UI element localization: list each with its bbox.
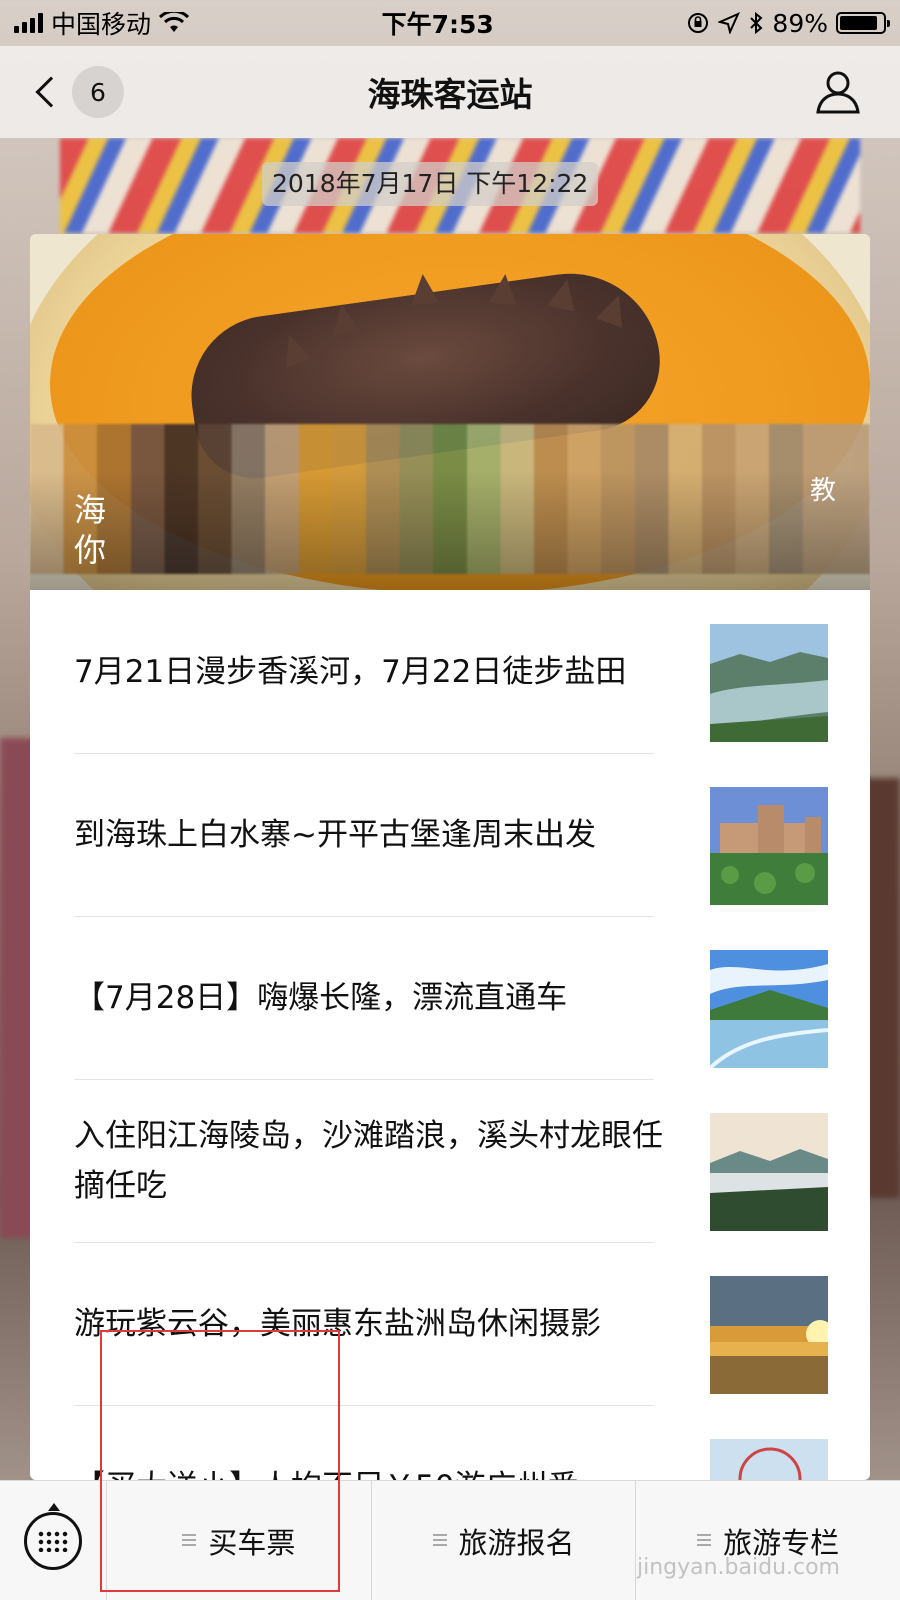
glass-bridge-thumbnail	[710, 950, 828, 1068]
list-item[interactable]: 入住阳江海陵岛，沙滩踏浪，溪头村龙眼任摘任吃	[30, 1079, 870, 1242]
page-title: 海珠客运站	[367, 75, 533, 114]
hero-article[interactable]: 海 你 教	[30, 234, 870, 590]
rotation-lock-icon	[688, 13, 709, 33]
list-item-title: 入住阳江海陵岛，沙滩踏浪，溪头村龙眼任摘任吃	[74, 1117, 663, 1204]
menu-list-icon	[432, 1533, 447, 1548]
battery-percent: 89%	[772, 8, 828, 38]
sunset-sea-thumbnail	[710, 1276, 828, 1394]
castle-lotus-thumbnail	[710, 787, 828, 905]
status-bar: 中国移动 下午7:53 89%	[0, 0, 900, 46]
nav-bar: 6 海珠客运站	[0, 46, 900, 138]
message-timestamp: 2018年7月17日 下午12:22	[262, 162, 599, 206]
battery-icon	[836, 12, 890, 34]
menu-label: 旅游报名	[458, 1525, 575, 1560]
ferris-wheel-thumbnail	[710, 1439, 828, 1480]
hero-title-line1: 海	[74, 491, 107, 529]
carrier-label: 中国移动	[51, 10, 152, 39]
hero-spike	[408, 272, 440, 306]
chevron-left-icon	[35, 76, 67, 108]
watermark: jingyan.baidu.com	[636, 1555, 840, 1580]
menu-tour-column[interactable]: 旅游专栏	[635, 1481, 900, 1600]
list-item[interactable]: 【7月28日】嗨爆长隆，漂流直通车	[30, 916, 870, 1079]
highlight-box	[100, 1330, 340, 1592]
hero-title-line2: 你	[74, 531, 107, 569]
list-item[interactable]: 到海珠上白水寨~开平古堡逢周末出发	[30, 753, 870, 916]
status-time: 下午7:53	[381, 10, 494, 39]
list-item-title: 7月21日漫步香溪河，7月22日徒步盐田	[74, 653, 627, 690]
misty-mountains-thumbnail	[710, 1113, 828, 1231]
location-icon	[718, 12, 741, 34]
hero-shade	[30, 470, 870, 590]
back-button[interactable]: 6	[30, 66, 124, 118]
caret-up-icon	[48, 1503, 60, 1511]
hero-title: 海 你	[74, 490, 106, 570]
wifi-icon	[159, 12, 190, 32]
menu-list-icon	[697, 1533, 712, 1548]
hero-spike	[488, 272, 520, 306]
list-item-title: 到海珠上白水寨~开平古堡逢周末出发	[74, 816, 596, 853]
river-valley-thumbnail	[710, 624, 828, 742]
menu-tour-signup[interactable]: 旅游报名	[370, 1481, 636, 1600]
article-card: 海 你 教 7月21日漫步香溪河，7月22日徒步盐田 到海珠上白水寨~开平古堡逢…	[30, 234, 870, 1480]
hero-spike	[327, 301, 361, 337]
list-item[interactable]: 7月21日漫步香溪河，7月22日徒步盐田	[30, 590, 870, 753]
keyboard-icon	[24, 1512, 82, 1570]
status-left: 中国移动	[14, 5, 190, 41]
list-item-title: 【7月28日】嗨爆长隆，漂流直通车	[74, 979, 568, 1016]
hero-title-fragment: 教	[809, 476, 836, 506]
battery-fill	[840, 16, 878, 30]
keyboard-toggle-button[interactable]	[0, 1481, 106, 1600]
unread-count-badge: 6	[72, 66, 124, 118]
profile-icon[interactable]	[814, 68, 862, 116]
signal-icon	[14, 13, 43, 33]
bluetooth-icon	[750, 11, 763, 35]
status-right: 89%	[686, 8, 890, 38]
